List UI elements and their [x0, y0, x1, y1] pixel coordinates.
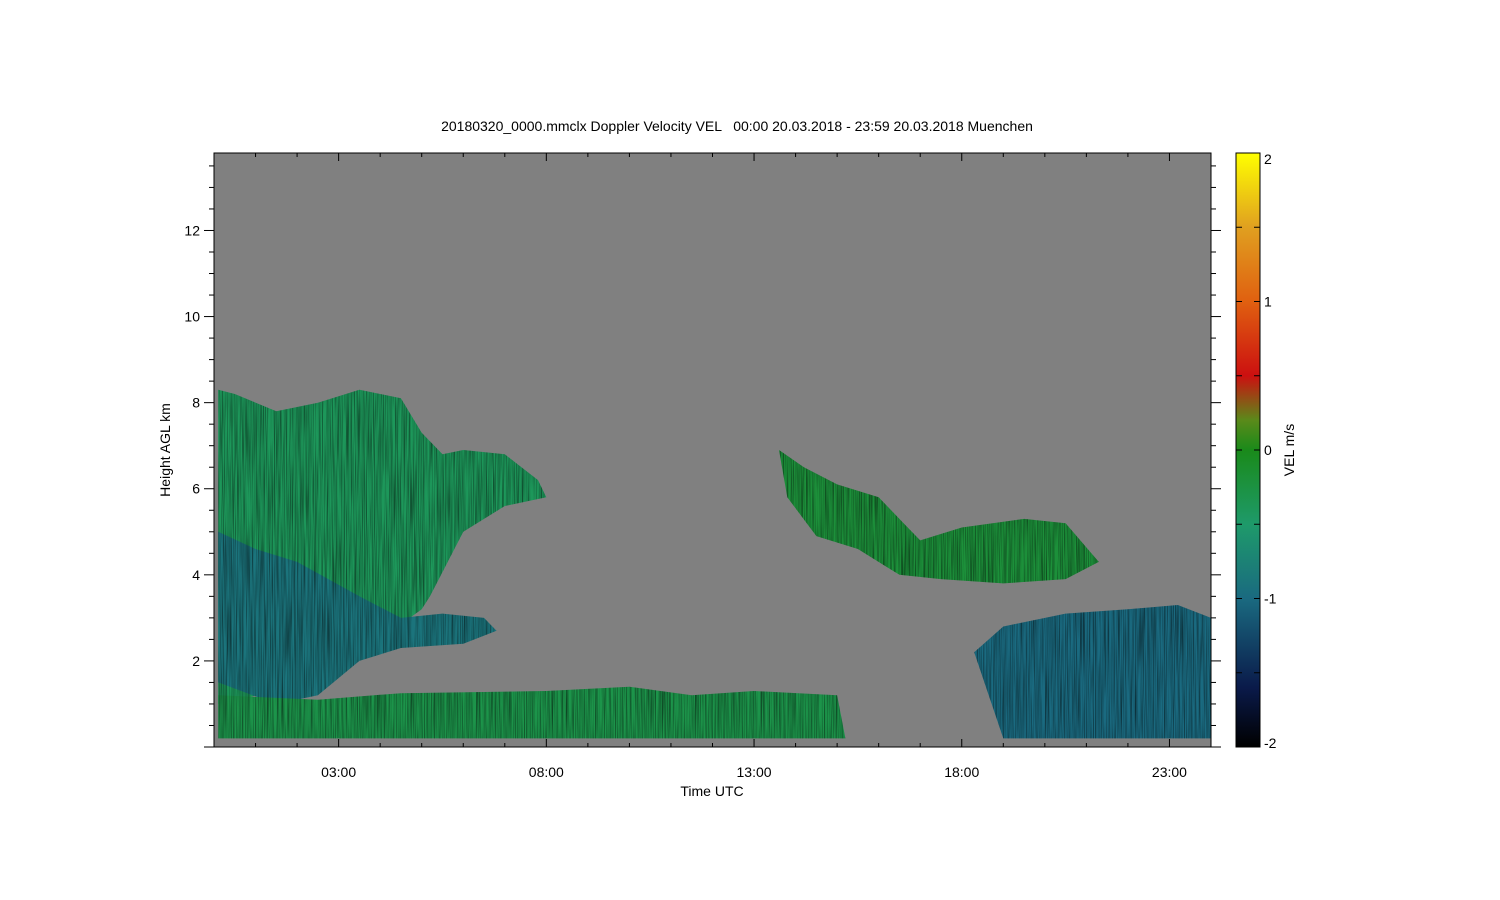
- colorbar: 2 1 0 -1 -2 VEL m/s: [1235, 151, 1297, 751]
- x-tick-label: 08:00: [529, 764, 564, 780]
- plot-area: 03:00 08:00 13:00 18:00 23:00 2 4 6 8 10 12: [184, 152, 1221, 780]
- y-tick-label: 12: [184, 222, 200, 238]
- x-tick-label: 23:00: [1152, 764, 1187, 780]
- colorbar-tick-label: -1: [1264, 591, 1277, 607]
- y-axis-label: Height AGL km: [157, 403, 173, 497]
- y-tick-label: 2: [192, 653, 200, 669]
- x-tick-label: 18:00: [944, 764, 979, 780]
- colorbar-label: VEL m/s: [1281, 424, 1297, 476]
- y-tick-label: 8: [192, 395, 200, 411]
- doppler-velocity-chart: 20180320_0000.mmclx Doppler Velocity VEL…: [157, 118, 1297, 799]
- x-tick-label: 13:00: [737, 764, 772, 780]
- colorbar-tick-label: 2: [1264, 151, 1272, 167]
- x-axis-label: Time UTC: [680, 783, 743, 799]
- y-tick-label: 4: [192, 567, 200, 583]
- chart-title: 20180320_0000.mmclx Doppler Velocity VEL…: [441, 118, 1033, 134]
- y-tick-label: 10: [184, 309, 200, 325]
- y-tick-label: 6: [192, 481, 200, 497]
- colorbar-tick-label: -2: [1264, 735, 1277, 751]
- colorbar-tick-label: 0: [1264, 442, 1272, 458]
- x-tick-label: 03:00: [321, 764, 356, 780]
- colorbar-tick-label: 1: [1264, 294, 1272, 310]
